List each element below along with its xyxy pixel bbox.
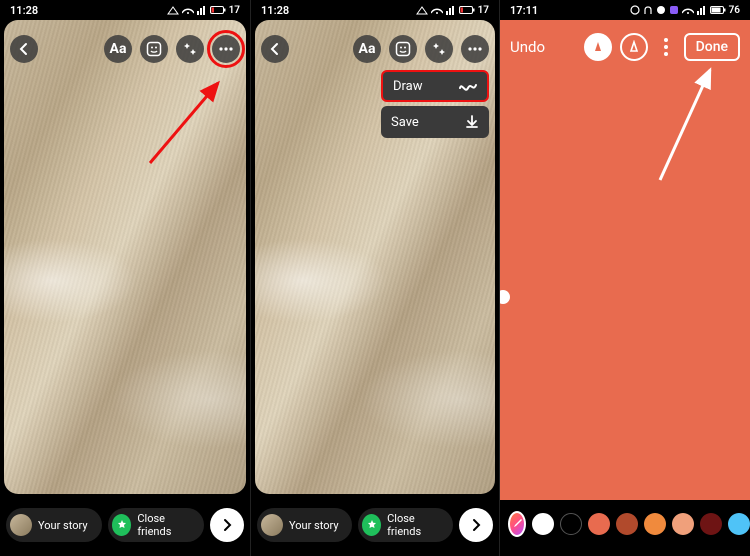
status-time: 11:28 xyxy=(10,4,38,17)
next-button[interactable] xyxy=(459,508,493,542)
more-tools-button[interactable] xyxy=(656,38,676,56)
close-friends-button[interactable]: Close friends xyxy=(358,508,453,542)
close-friends-label: Close friends xyxy=(387,512,443,538)
color-swatch-black[interactable] xyxy=(560,513,582,535)
phone-screenshot-3: 17:11 76 Undo Done xyxy=(500,0,750,556)
color-swatch[interactable] xyxy=(588,513,610,535)
back-button[interactable] xyxy=(261,35,289,63)
color-swatch-white[interactable] xyxy=(532,513,554,535)
done-button[interactable]: Done xyxy=(684,33,740,61)
battery-percent: 17 xyxy=(478,5,489,16)
your-story-avatar xyxy=(261,514,283,536)
your-story-avatar xyxy=(10,514,32,536)
status-right: 17 xyxy=(416,5,489,16)
next-button[interactable] xyxy=(210,508,244,542)
text-tool-button[interactable]: Aa xyxy=(104,35,132,63)
annotation-arrow xyxy=(650,65,720,185)
pen-tool-button[interactable] xyxy=(584,33,612,61)
close-friends-button[interactable]: Close friends xyxy=(108,508,204,542)
text-tool-button[interactable]: Aa xyxy=(353,35,381,63)
status-time: 17:11 xyxy=(510,4,538,17)
effects-button[interactable] xyxy=(176,35,204,63)
menu-draw[interactable]: Draw xyxy=(381,70,489,102)
menu-save[interactable]: Save xyxy=(381,106,489,138)
text-tool-label: Aa xyxy=(359,41,376,57)
back-button[interactable] xyxy=(10,35,38,63)
close-friends-icon xyxy=(362,514,381,536)
your-story-label: Your story xyxy=(289,519,339,532)
eyedropper-button[interactable] xyxy=(508,511,526,537)
status-right: 76 xyxy=(630,5,740,16)
share-bar: Your story Close friends xyxy=(6,508,244,542)
close-friends-label: Close friends xyxy=(137,512,194,538)
annotation-arrow xyxy=(140,75,230,165)
draw-topbar: Undo Done xyxy=(500,28,750,66)
marker-tool-button[interactable] xyxy=(620,33,648,61)
your-story-label: Your story xyxy=(38,519,88,532)
status-bar: 17:11 76 xyxy=(500,0,750,20)
menu-save-label: Save xyxy=(391,115,419,130)
menu-draw-label: Draw xyxy=(393,79,423,94)
phone-screenshot-2: 11:28 17 Aa xyxy=(250,0,500,556)
annotation-highlight-circle xyxy=(207,30,245,68)
squiggle-icon xyxy=(459,80,477,92)
status-bar: 11:28 17 xyxy=(0,0,250,20)
brush-size-slider[interactable] xyxy=(500,290,510,304)
color-swatch[interactable] xyxy=(700,513,722,535)
your-story-button[interactable]: Your story xyxy=(257,508,352,542)
status-right: 17 xyxy=(167,5,240,16)
battery-percent: 76 xyxy=(729,5,740,16)
color-swatch[interactable] xyxy=(672,513,694,535)
battery-percent: 17 xyxy=(229,5,240,16)
undo-button[interactable]: Undo xyxy=(510,38,545,56)
status-bar: 11:28 17 xyxy=(251,0,499,20)
done-label: Done xyxy=(696,39,728,55)
your-story-button[interactable]: Your story xyxy=(6,508,102,542)
download-icon xyxy=(465,115,479,129)
phone-screenshot-1: 11:28 17 Aa xyxy=(0,0,250,556)
color-palette xyxy=(500,506,750,542)
sticker-button[interactable] xyxy=(140,35,168,63)
close-friends-icon xyxy=(112,514,131,536)
status-time: 11:28 xyxy=(261,4,289,17)
brush-size-handle[interactable] xyxy=(500,290,510,304)
more-options-menu: Draw Save xyxy=(381,70,489,142)
more-options-button[interactable] xyxy=(461,35,489,63)
color-swatch[interactable] xyxy=(644,513,666,535)
color-swatch[interactable] xyxy=(728,513,750,535)
color-swatch[interactable] xyxy=(616,513,638,535)
effects-button[interactable] xyxy=(425,35,453,63)
text-tool-label: Aa xyxy=(110,41,127,57)
top-toolbar: Aa xyxy=(353,35,489,63)
sticker-button[interactable] xyxy=(389,35,417,63)
share-bar: Your story Close friends xyxy=(257,508,493,542)
